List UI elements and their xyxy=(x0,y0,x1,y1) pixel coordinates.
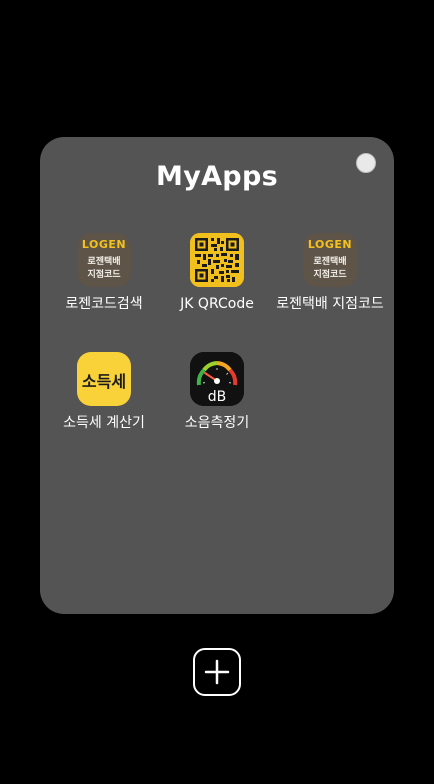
logen-brand-text: LOGEN xyxy=(307,238,353,251)
add-app-button[interactable] xyxy=(193,648,241,696)
app-label: 소득세 계산기 xyxy=(63,415,145,431)
logen-icon[interactable]: LOGEN 로젠택배 지점코드 xyxy=(303,233,357,287)
logen-line1-text: 로젠택배 xyxy=(313,257,347,267)
folder-title[interactable]: MyApps xyxy=(40,161,394,192)
app-sound-meter[interactable]: dB 소음측정기 xyxy=(157,352,277,432)
folder-color-dot[interactable] xyxy=(356,153,376,173)
app-jk-qrcode[interactable]: JK QRCode xyxy=(157,233,277,313)
qr-code-icon[interactable] xyxy=(190,233,244,287)
sound-meter-unit-text: dB xyxy=(207,389,227,405)
tax-icon[interactable]: 소득세 xyxy=(77,352,131,406)
app-label: 로젠택배 지점코드 xyxy=(276,296,384,312)
logen-brand-text: LOGEN xyxy=(81,238,127,251)
app-label: 로젠코드검색 xyxy=(65,296,143,312)
home-screen: MyApps LOGEN 로젠택배 지점코드 로젠코드검색 JK QRCode … xyxy=(0,0,434,784)
logen-line2-text: 지점코드 xyxy=(313,270,347,280)
app-label: JK QRCode xyxy=(180,296,254,312)
app-logen-branch-code[interactable]: LOGEN 로젠택배 지점코드 로젠택배 지점코드 xyxy=(270,233,390,313)
app-label: 소음측정기 xyxy=(184,415,250,431)
app-logen-code-search[interactable]: LOGEN 로젠택배 지점코드 로젠코드검색 xyxy=(44,233,164,313)
logen-icon[interactable]: LOGEN 로젠택배 지점코드 xyxy=(77,233,131,287)
plus-icon xyxy=(204,659,230,685)
logen-line1-text: 로젠택배 xyxy=(87,257,121,267)
sound-meter-icon[interactable]: dB xyxy=(190,352,244,406)
app-income-tax-calculator[interactable]: 소득세 소득세 계산기 xyxy=(44,352,164,432)
logen-line2-text: 지점코드 xyxy=(87,270,121,280)
app-folder: MyApps LOGEN 로젠택배 지점코드 로젠코드검색 JK QRCode … xyxy=(40,137,394,614)
tax-icon-text: 소득세 xyxy=(81,372,127,391)
